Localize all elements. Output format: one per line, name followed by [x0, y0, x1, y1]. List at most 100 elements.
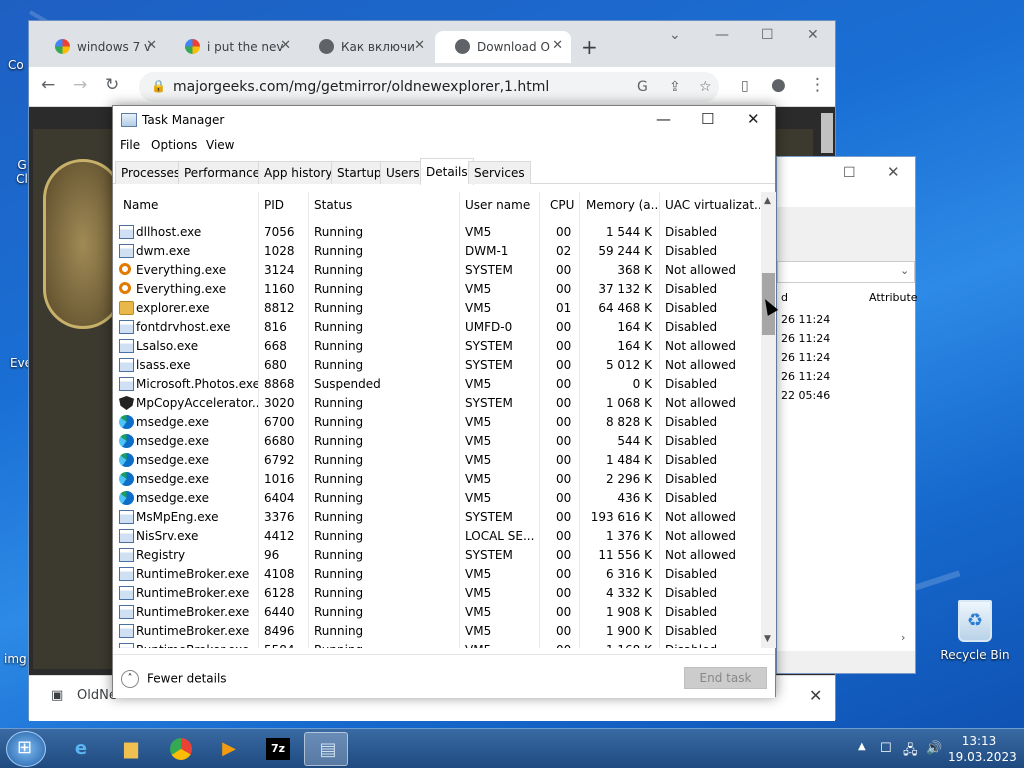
desktop-icon-label[interactable]: Co: [8, 58, 24, 72]
browser-tab-active[interactable]: Download O ✕: [435, 31, 571, 63]
end-task-button[interactable]: End task: [684, 667, 767, 689]
column-pid[interactable]: PID: [264, 198, 304, 212]
address-bar[interactable]: 🔒 majorgeeks.com/mg/getmirror/oldnewexpl…: [139, 72, 719, 102]
browser-tab[interactable]: i put the nev ✕: [165, 31, 299, 63]
tab-details[interactable]: Details: [420, 158, 474, 185]
address-field[interactable]: ⌄: [777, 261, 915, 283]
back-button[interactable]: ←: [41, 75, 55, 95]
download-item[interactable]: OldNe: [77, 688, 117, 703]
close-icon[interactable]: ✕: [552, 38, 563, 53]
table-row[interactable]: RuntimeBroker.exe 6128 Running VM5 00 4 332 K…: [113, 584, 763, 603]
chevron-down-icon[interactable]: ⌄: [669, 27, 681, 43]
reload-button[interactable]: ↻: [105, 75, 119, 95]
tab-app-history[interactable]: App history: [258, 161, 339, 184]
taskbar-chrome[interactable]: [158, 732, 202, 766]
column-name[interactable]: Name: [123, 198, 253, 212]
close-button[interactable]: ✕: [807, 27, 819, 43]
vertical-scrollbar[interactable]: ▲ ▼: [761, 192, 776, 648]
column-memory[interactable]: Memory (a...: [586, 198, 658, 212]
menu-options[interactable]: Options: [151, 138, 197, 152]
file-date[interactable]: 22 05:46: [781, 389, 830, 402]
table-row[interactable]: lsass.exe 680 Running SYSTEM 00 5 012 K Not al…: [113, 356, 763, 375]
side-panel-icon[interactable]: ▯: [741, 78, 749, 94]
maximize-button[interactable]: ☐: [843, 165, 856, 181]
page-scrollbar[interactable]: [821, 113, 833, 153]
network-icon[interactable]: 🖧: [903, 741, 918, 763]
new-tab-button[interactable]: +: [581, 35, 598, 59]
taskbar-7zip[interactable]: 7z: [256, 732, 300, 766]
table-row[interactable]: msedge.exe 6404 Running VM5 00 436 K Disabled: [113, 489, 763, 508]
column-status[interactable]: Status: [314, 198, 454, 212]
file-date[interactable]: 26 11:24: [781, 313, 830, 326]
menu-view[interactable]: View: [206, 138, 234, 152]
table-row[interactable]: msedge.exe 6680 Running VM5 00 544 K Disabled: [113, 432, 763, 451]
column-uac[interactable]: UAC virtualizat...: [665, 198, 760, 212]
tab-users[interactable]: Users: [380, 161, 426, 184]
column-header[interactable]: d: [781, 291, 788, 304]
scroll-right-icon[interactable]: ›: [901, 631, 905, 644]
table-row[interactable]: msedge.exe 6700 Running VM5 00 8 828 K Disable…: [113, 413, 763, 432]
table-row[interactable]: fontdrvhost.exe 816 Running UMFD-0 00 164 K Di…: [113, 318, 763, 337]
menu-file[interactable]: File: [120, 138, 140, 152]
column-cpu[interactable]: CPU: [550, 198, 580, 212]
close-icon[interactable]: ✕: [280, 38, 291, 53]
scroll-down-icon[interactable]: ▼: [764, 634, 771, 644]
file-date[interactable]: 26 11:24: [781, 370, 830, 383]
forward-button[interactable]: →: [73, 75, 87, 95]
taskbar-task-manager[interactable]: ▤: [304, 732, 348, 766]
minimize-button[interactable]: —: [715, 27, 729, 43]
profile-icon[interactable]: ●: [771, 75, 786, 95]
chevron-down-icon[interactable]: ⌄: [900, 264, 909, 277]
volume-icon[interactable]: 🔊: [926, 741, 942, 756]
start-button[interactable]: [6, 731, 46, 767]
table-row[interactable]: NisSrv.exe 4412 Running LOCAL SE... 00 1 376 …: [113, 527, 763, 546]
column-user-name[interactable]: User name: [465, 198, 540, 212]
table-row[interactable]: Everything.exe 3124 Running SYSTEM 00 368 K No…: [113, 261, 763, 280]
maximize-button[interactable]: ☐: [701, 110, 714, 128]
tab-services[interactable]: Services: [468, 161, 531, 184]
table-row[interactable]: Registry 96 Running SYSTEM 00 11 556 K Not all…: [113, 546, 763, 565]
scroll-up-icon[interactable]: ▲: [764, 196, 771, 206]
table-row[interactable]: RuntimeBroker.exe 5584 Running VM5 00 1 168 K…: [113, 641, 763, 648]
close-button[interactable]: ✕: [887, 163, 900, 181]
table-row[interactable]: dwm.exe 1028 Running DWM-1 02 59 244 K Disable…: [113, 242, 763, 261]
fewer-details-button[interactable]: ˄ Fewer details: [121, 670, 227, 688]
browser-tab[interactable]: windows 7 v ✕: [35, 31, 165, 63]
minimize-button[interactable]: —: [656, 110, 671, 128]
tab-performance[interactable]: Performance: [178, 161, 267, 184]
taskbar-media-player[interactable]: ▶: [206, 732, 250, 766]
taskbar-explorer[interactable]: ▆: [108, 732, 152, 766]
taskbar-ie[interactable]: e: [58, 732, 102, 766]
close-icon[interactable]: ✕: [146, 38, 157, 53]
tray-expand-icon[interactable]: ▲: [858, 741, 866, 752]
table-row[interactable]: Lsalso.exe 668 Running SYSTEM 00 164 K Not all…: [113, 337, 763, 356]
file-date[interactable]: 26 11:24: [781, 332, 830, 345]
table-row[interactable]: RuntimeBroker.exe 6440 Running VM5 00 1 908 K…: [113, 603, 763, 622]
google-lens-icon[interactable]: G: [637, 79, 648, 95]
table-row[interactable]: RuntimeBroker.exe 8496 Running VM5 00 1 900 K…: [113, 622, 763, 641]
column-header-attributes[interactable]: Attribute: [869, 291, 918, 304]
table-row[interactable]: explorer.exe 8812 Running VM5 01 64 468 K Disa…: [113, 299, 763, 318]
file-date[interactable]: 26 11:24: [781, 351, 830, 364]
browser-tab[interactable]: Как включи ✕: [299, 31, 433, 63]
table-row[interactable]: MpCopyAccelerator.... 3020 Running SYSTEM 00…: [113, 394, 763, 413]
tab-processes[interactable]: Processes: [115, 161, 187, 184]
bookmark-star-icon[interactable]: ☆: [699, 79, 712, 95]
table-row[interactable]: dllhost.exe 7056 Running VM5 00 1 544 K Disabl…: [113, 223, 763, 242]
desktop-icon-label[interactable]: img: [4, 652, 27, 666]
action-center-icon[interactable]: ☐: [880, 741, 892, 756]
table-row[interactable]: Microsoft.Photos.exe 8868 Suspended VM5 00 0 …: [113, 375, 763, 394]
close-icon[interactable]: ✕: [414, 38, 425, 53]
table-row[interactable]: msedge.exe 1016 Running VM5 00 2 296 K Disable…: [113, 470, 763, 489]
share-icon[interactable]: ⇪: [669, 79, 681, 95]
recycle-bin-shortcut[interactable]: Recycle Bin: [940, 600, 1010, 662]
table-row[interactable]: MsMpEng.exe 3376 Running SYSTEM 00 193 616 K N…: [113, 508, 763, 527]
table-row[interactable]: RuntimeBroker.exe 4108 Running VM5 00 6 316 K…: [113, 565, 763, 584]
close-button[interactable]: ✕: [747, 110, 760, 128]
clock[interactable]: 13:13 19.03.2023: [948, 733, 1017, 765]
menu-icon[interactable]: ⋮: [809, 75, 826, 95]
table-row[interactable]: Everything.exe 1160 Running VM5 00 37 132 K Di…: [113, 280, 763, 299]
maximize-button[interactable]: ☐: [761, 27, 774, 43]
close-icon[interactable]: ✕: [809, 686, 822, 705]
table-row[interactable]: msedge.exe 6792 Running VM5 00 1 484 K Disable…: [113, 451, 763, 470]
